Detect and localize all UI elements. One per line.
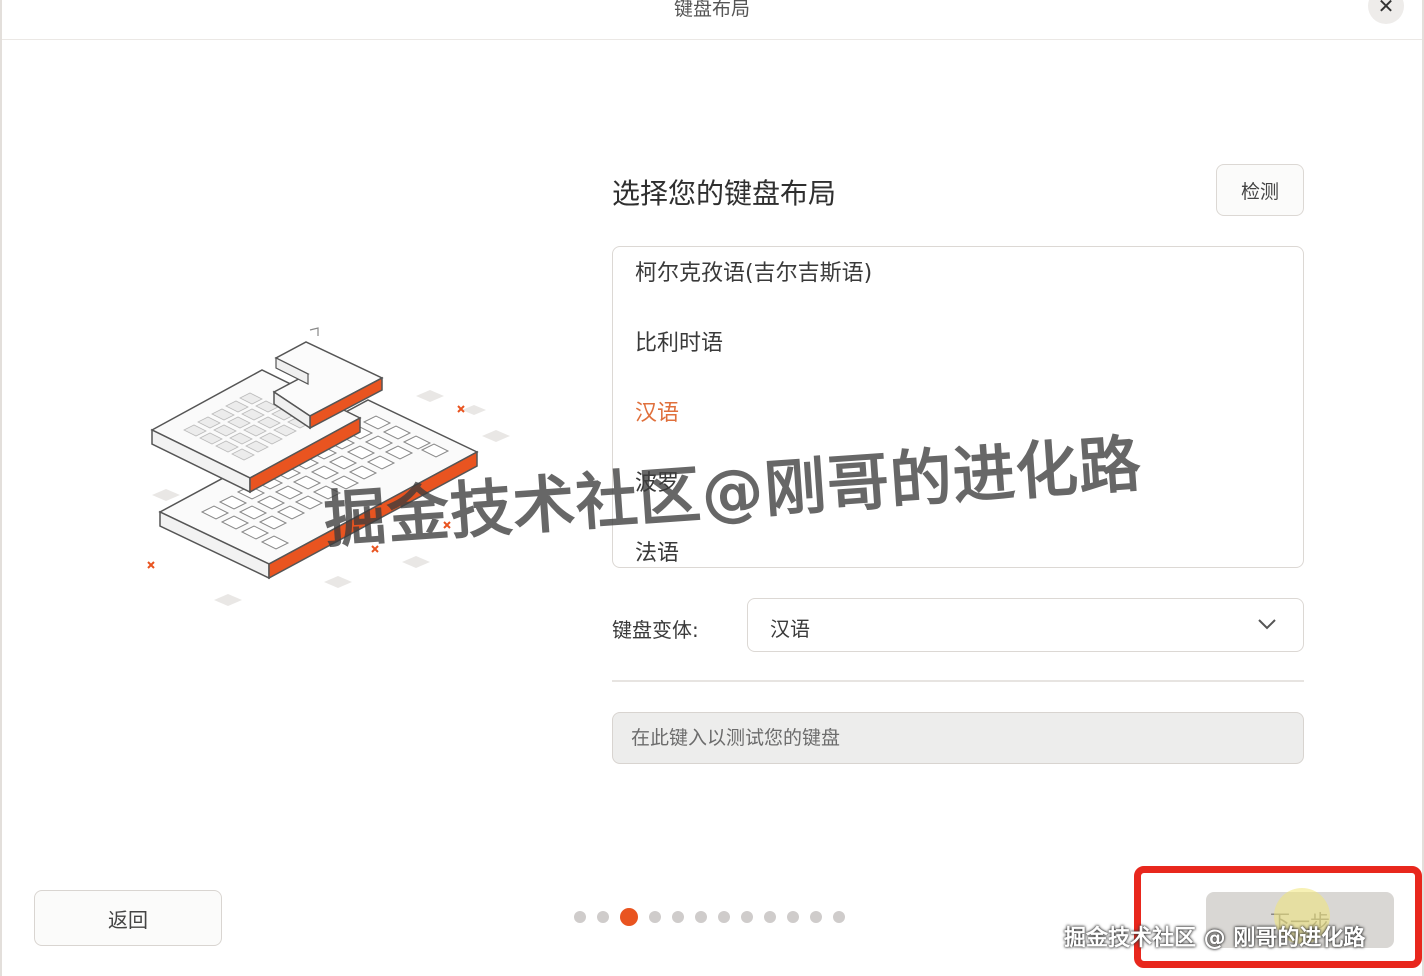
list-item[interactable]: 法语 <box>635 535 679 567</box>
page-dot <box>597 911 609 923</box>
page-heading: 选择您的键盘布局 <box>612 177 837 210</box>
corner-watermark: 掘金技术社区 @ 刚哥的进化路 <box>1064 926 1366 951</box>
back-button[interactable]: 返回 <box>34 890 222 946</box>
keyboard-variant-label: 键盘变体: <box>612 618 699 642</box>
list-item[interactable]: 柯尔克孜语(吉尔吉斯语) <box>635 255 872 287</box>
page-dot <box>810 911 822 923</box>
page-dot <box>741 911 753 923</box>
page-dot <box>672 911 684 923</box>
window-title: 键盘布局 <box>673 0 750 20</box>
detect-button[interactable]: 检测 <box>1216 164 1304 216</box>
page-indicator <box>574 906 845 928</box>
list-item-selected[interactable]: 汉语 <box>635 395 679 427</box>
page-dot <box>764 911 776 923</box>
tile <box>462 405 486 415</box>
page-dot-active <box>620 908 638 926</box>
tile <box>214 594 242 606</box>
tile <box>416 390 444 402</box>
page-dot <box>787 911 799 923</box>
page-dot <box>833 911 845 923</box>
installer-window: 键盘布局 ✕ 选择您的键盘布局 检测 柯尔克孜语(吉尔吉斯语) 比利时语 汉语 … <box>0 0 1424 976</box>
keyboard-test-input[interactable] <box>612 712 1304 764</box>
page-dot <box>574 911 586 923</box>
keyboard-variant-select[interactable]: 汉语 <box>747 598 1304 652</box>
keyboard-variant-value: 汉语 <box>770 617 810 641</box>
highlight-box <box>1134 866 1422 968</box>
title-bar: 键盘布局 ✕ <box>2 0 1422 40</box>
tile <box>482 430 510 442</box>
tile <box>402 556 430 568</box>
tile <box>324 576 352 588</box>
divider <box>612 680 1304 682</box>
page-dot <box>649 911 661 923</box>
list-item[interactable]: 比利时语 <box>635 325 723 357</box>
tile <box>152 489 180 501</box>
chevron-down-icon <box>1258 619 1276 630</box>
page-dot <box>718 911 730 923</box>
page-dot <box>695 911 707 923</box>
close-icon: ✕ <box>1377 0 1395 18</box>
